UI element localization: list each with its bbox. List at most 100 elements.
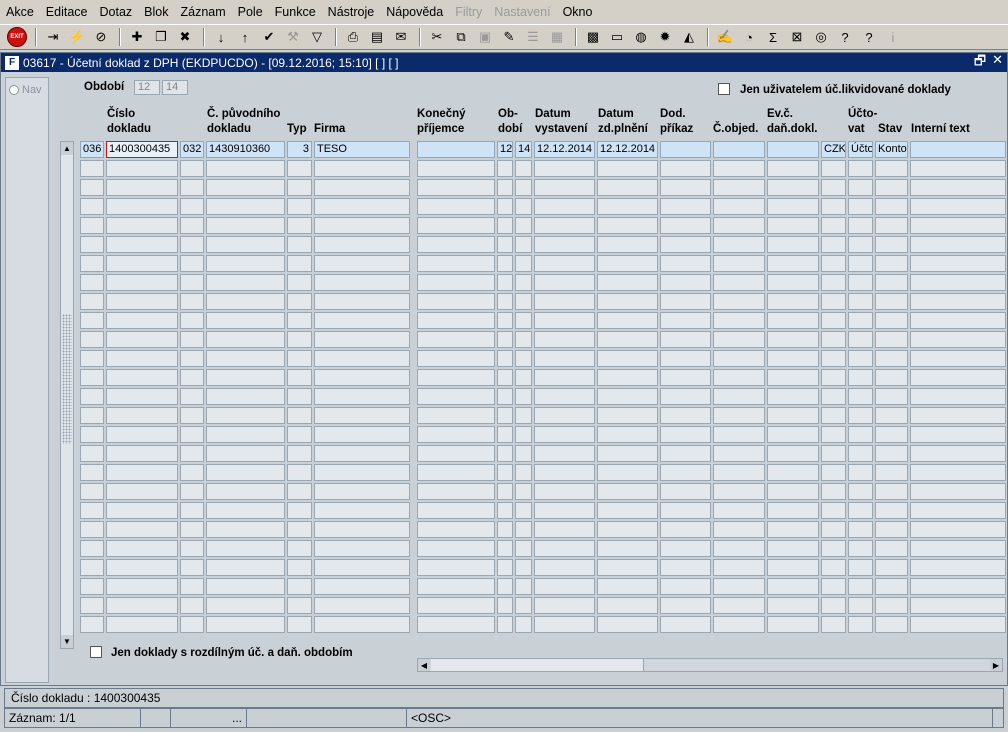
cell-cislo[interactable] bbox=[106, 350, 178, 367]
cell-rada2[interactable] bbox=[180, 236, 204, 253]
cell-rada2[interactable] bbox=[180, 540, 204, 557]
cell-plneni[interactable] bbox=[597, 597, 658, 614]
cell-typ[interactable] bbox=[287, 350, 312, 367]
cell-evc[interactable] bbox=[767, 179, 819, 196]
table-row[interactable] bbox=[80, 255, 1006, 274]
cell-obd1[interactable] bbox=[497, 388, 513, 405]
table-row[interactable] bbox=[80, 407, 1006, 426]
table-row[interactable] bbox=[80, 331, 1006, 350]
cell-stav[interactable] bbox=[875, 540, 908, 557]
cell-prikaz[interactable] bbox=[660, 293, 711, 310]
context-help-icon[interactable]: ? bbox=[858, 27, 880, 47]
exit-icon[interactable]: EXIT bbox=[6, 27, 28, 47]
cell-plneni[interactable] bbox=[597, 559, 658, 576]
enter-query-icon[interactable]: ⇥ bbox=[42, 27, 64, 47]
cell-firma[interactable] bbox=[314, 369, 410, 386]
cell-typ[interactable] bbox=[287, 502, 312, 519]
cell-puvodni[interactable] bbox=[206, 312, 285, 329]
cell-uctovat[interactable] bbox=[848, 179, 873, 196]
cell-rada[interactable] bbox=[80, 350, 104, 367]
cell-plneni[interactable] bbox=[597, 350, 658, 367]
cell-puvodni[interactable] bbox=[206, 217, 285, 234]
cell-stav[interactable] bbox=[875, 445, 908, 462]
cell-mena[interactable] bbox=[821, 236, 846, 253]
cell-obd1[interactable] bbox=[497, 255, 513, 272]
cell-obd2[interactable] bbox=[515, 255, 532, 272]
table-row[interactable] bbox=[80, 597, 1006, 616]
cell-puvodni[interactable] bbox=[206, 388, 285, 405]
cell-cislo[interactable] bbox=[106, 236, 178, 253]
menu-item-8[interactable]: Nápověda bbox=[380, 5, 449, 19]
cell-vystaveni[interactable] bbox=[534, 445, 595, 462]
cell-typ[interactable] bbox=[287, 293, 312, 310]
cell-rada[interactable] bbox=[80, 312, 104, 329]
cell-objed[interactable] bbox=[713, 274, 765, 291]
cell-rada[interactable] bbox=[80, 597, 104, 614]
table-row[interactable] bbox=[80, 578, 1006, 597]
cell-typ[interactable] bbox=[287, 445, 312, 462]
cell-rada2[interactable] bbox=[180, 559, 204, 576]
cell-obd1[interactable] bbox=[497, 502, 513, 519]
cell-objed[interactable] bbox=[713, 160, 765, 177]
cell-rada2[interactable] bbox=[180, 521, 204, 538]
cell-vystaveni[interactable] bbox=[534, 407, 595, 424]
cell-interni[interactable] bbox=[910, 369, 1006, 386]
cell-obd2[interactable] bbox=[515, 502, 532, 519]
cell-obd2[interactable] bbox=[515, 350, 532, 367]
cell-obd1[interactable] bbox=[497, 179, 513, 196]
execute-query-icon[interactable]: ⚡ bbox=[66, 27, 88, 47]
cell-interni[interactable] bbox=[910, 217, 1006, 234]
cell-objed[interactable] bbox=[713, 464, 765, 481]
cell-cislo[interactable] bbox=[106, 426, 178, 443]
table-row[interactable] bbox=[80, 350, 1006, 369]
cell-cislo[interactable] bbox=[106, 331, 178, 348]
cell-prijemce[interactable] bbox=[417, 578, 495, 595]
cell-puvodni[interactable] bbox=[206, 331, 285, 348]
cell-prikaz[interactable] bbox=[660, 464, 711, 481]
tools-icon[interactable]: ⚒ bbox=[282, 27, 304, 47]
cell-vystaveni[interactable] bbox=[534, 331, 595, 348]
table-row[interactable] bbox=[80, 502, 1006, 521]
cell-obd1[interactable] bbox=[497, 578, 513, 595]
cell-typ[interactable] bbox=[287, 388, 312, 405]
cell-uctovat[interactable] bbox=[848, 540, 873, 557]
cell-rada2[interactable] bbox=[180, 578, 204, 595]
cell-interni[interactable] bbox=[910, 540, 1006, 557]
cancel-query-icon[interactable]: ⊘ bbox=[90, 27, 112, 47]
cell-evc[interactable] bbox=[767, 426, 819, 443]
cell-typ[interactable] bbox=[287, 179, 312, 196]
cell-obd2[interactable] bbox=[515, 274, 532, 291]
cell-rada[interactable] bbox=[80, 540, 104, 557]
cell-rada2[interactable] bbox=[180, 502, 204, 519]
cell-obd1[interactable] bbox=[497, 597, 513, 614]
mail-icon[interactable]: ✉ bbox=[390, 27, 412, 47]
cell-uctovat[interactable] bbox=[848, 160, 873, 177]
cell-cislo[interactable] bbox=[106, 388, 178, 405]
cell-rada[interactable] bbox=[80, 198, 104, 215]
cell-obd2[interactable] bbox=[515, 236, 532, 253]
excel-icon[interactable]: ⊠ bbox=[786, 27, 808, 47]
cell-prikaz[interactable] bbox=[660, 407, 711, 424]
menu-item-0[interactable]: Akce bbox=[0, 5, 40, 19]
cell-rada2[interactable] bbox=[180, 388, 204, 405]
scroll-left-icon[interactable]: ◀ bbox=[418, 659, 430, 671]
cell-objed[interactable] bbox=[713, 426, 765, 443]
cell-puvodni[interactable] bbox=[206, 369, 285, 386]
cell-uctovat[interactable]: Účto bbox=[848, 141, 873, 158]
cell-rada[interactable] bbox=[80, 559, 104, 576]
cell-stav[interactable] bbox=[875, 179, 908, 196]
vertical-scrollbar[interactable]: ▲ ▼ bbox=[60, 141, 74, 649]
menu-item-7[interactable]: Nástroje bbox=[322, 5, 381, 19]
cell-interni[interactable] bbox=[910, 616, 1006, 633]
table-row[interactable] bbox=[80, 426, 1006, 445]
cell-rada[interactable] bbox=[80, 578, 104, 595]
cell-plneni[interactable] bbox=[597, 255, 658, 272]
table-row[interactable] bbox=[80, 198, 1006, 217]
cell-evc[interactable] bbox=[767, 198, 819, 215]
cell-puvodni[interactable] bbox=[206, 616, 285, 633]
cell-typ[interactable] bbox=[287, 559, 312, 576]
cell-rada2[interactable] bbox=[180, 616, 204, 633]
cell-cislo[interactable] bbox=[106, 559, 178, 576]
cell-uctovat[interactable] bbox=[848, 274, 873, 291]
cell-obd1[interactable] bbox=[497, 369, 513, 386]
